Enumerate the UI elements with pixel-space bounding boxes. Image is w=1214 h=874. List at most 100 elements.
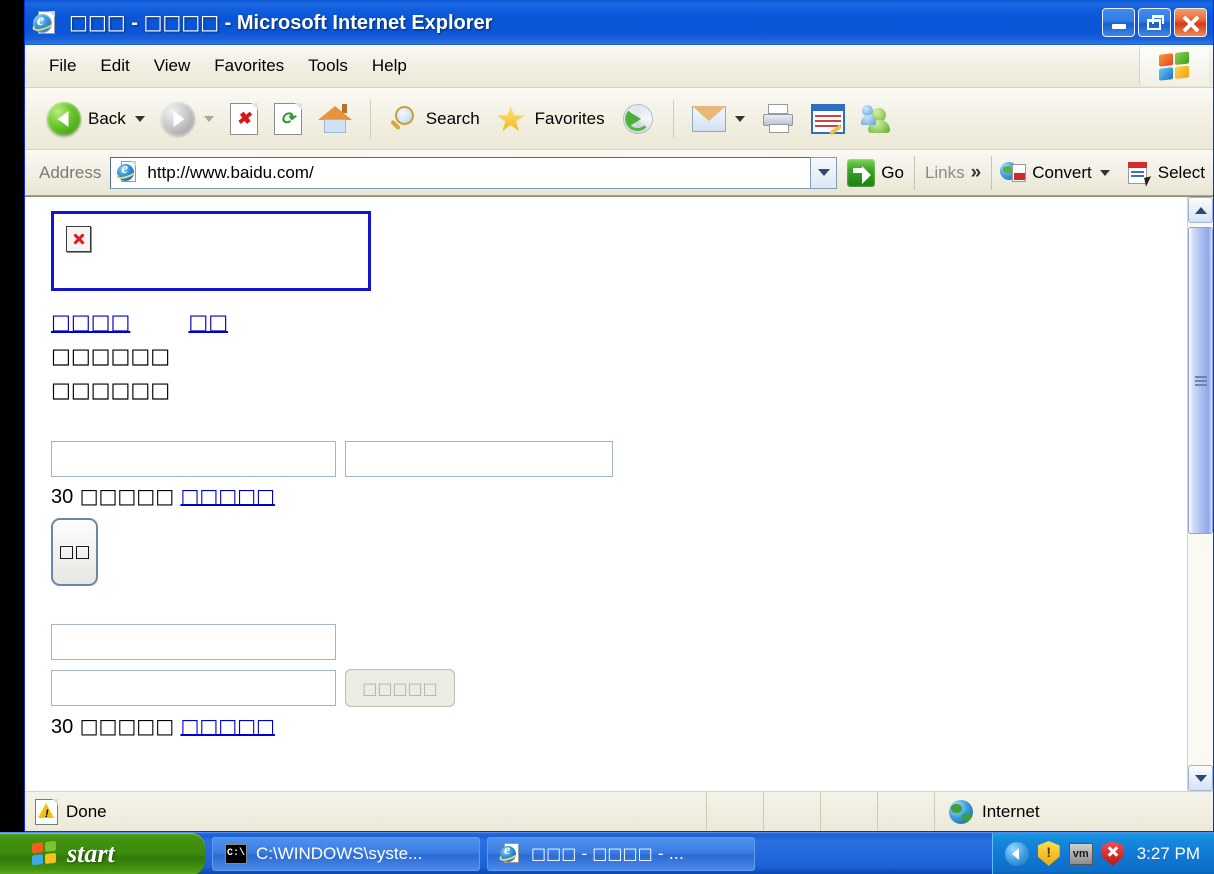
- scroll-up-icon: [1194, 206, 1207, 214]
- menu-tools[interactable]: Tools: [296, 53, 360, 79]
- form-a-submit-button[interactable]: □□: [51, 518, 98, 586]
- caret-down-icon[interactable]: [1099, 169, 1110, 176]
- command-prompt-icon: C:\: [225, 843, 247, 864]
- address-input[interactable]: http://www.baidu.com/: [110, 156, 812, 189]
- maximize-restore-button[interactable]: [1138, 8, 1171, 37]
- window-title-sep2: -: [219, 12, 237, 34]
- messenger-button[interactable]: [853, 100, 905, 138]
- status-message-panel: ! Done: [25, 792, 707, 831]
- menu-view[interactable]: View: [142, 53, 203, 79]
- page-link-2[interactable]: □□: [188, 310, 228, 334]
- go-arrow-icon: [847, 158, 876, 187]
- refresh-button[interactable]: ⟳: [266, 99, 310, 139]
- links-bar[interactable]: Links »: [915, 163, 991, 183]
- form-b-input-1[interactable]: [51, 624, 336, 660]
- start-button-label: start: [67, 838, 115, 868]
- warning-page-icon: !: [35, 798, 58, 825]
- refresh-icon: ⟳: [273, 102, 302, 135]
- select-button-label: Select: [1157, 162, 1205, 182]
- pdf-convert-icon: [1000, 160, 1027, 186]
- back-button-label: Back: [88, 108, 126, 128]
- desktop-gutter: [0, 0, 24, 832]
- security-zone-panel[interactable]: Internet: [935, 792, 1213, 831]
- mail-button[interactable]: [684, 102, 753, 136]
- yellow-shield-warning-icon[interactable]: [1037, 841, 1060, 866]
- double-chevron-icon[interactable]: »: [971, 163, 982, 182]
- taskbar-item-label: C:\WINDOWS\syste...: [256, 843, 423, 863]
- taskbar-item-internet-explorer[interactable]: □□□ - □□□□ - ...: [487, 836, 755, 871]
- globe-icon: [949, 799, 973, 824]
- toolbar-separator-2: [672, 99, 674, 138]
- go-button[interactable]: Go: [837, 158, 914, 187]
- window-title-app: Microsoft Internet Explorer: [236, 12, 493, 34]
- select-button[interactable]: Select: [1118, 160, 1213, 187]
- form-a-input-2[interactable]: [345, 441, 613, 477]
- taskbar-clock[interactable]: 3:27 PM: [1137, 844, 1200, 864]
- scroll-down-icon: [1194, 774, 1207, 782]
- internet-explorer-window: □□□ - □□□□ - Microsoft Internet Explorer…: [24, 0, 1214, 832]
- menu-favorites[interactable]: Favorites: [202, 53, 296, 79]
- form-b-block: □□□□□ 30 □□□□□ □□□□□: [51, 624, 1187, 739]
- stop-icon: ✖: [229, 102, 258, 135]
- red-shield-alert-icon[interactable]: [1101, 841, 1124, 866]
- forward-history-chevron-icon[interactable]: [203, 115, 214, 122]
- vertical-scrollbar[interactable]: [1187, 197, 1213, 791]
- search-button[interactable]: Search: [381, 100, 488, 138]
- taskbar-item-command-prompt[interactable]: C:\ C:\WINDOWS\syste...: [212, 836, 480, 871]
- window-title-part2: □□□□: [143, 10, 220, 34]
- address-dropdown-button[interactable]: [811, 156, 838, 189]
- favorites-button[interactable]: Favorites: [488, 100, 613, 138]
- scroll-up-button[interactable]: [1188, 197, 1213, 223]
- media-button[interactable]: [613, 99, 663, 139]
- menu-help[interactable]: Help: [360, 53, 419, 79]
- close-button[interactable]: [1174, 8, 1207, 37]
- stop-button[interactable]: ✖: [222, 99, 266, 139]
- logo-placeholder-box: [51, 211, 371, 291]
- start-button[interactable]: start: [0, 832, 205, 874]
- home-button[interactable]: [310, 100, 360, 138]
- form-b-action-button[interactable]: □□□□□: [345, 669, 455, 707]
- vmware-tools-icon[interactable]: vm: [1068, 842, 1093, 865]
- form-b-note-text: □□□□□: [79, 714, 175, 738]
- scrollbar-thumb[interactable]: [1188, 227, 1213, 534]
- favorites-button-label: Favorites: [534, 108, 605, 128]
- status-text: Done: [66, 801, 107, 821]
- window-titlebar: □□□ - □□□□ - Microsoft Internet Explorer: [25, 0, 1213, 45]
- print-button[interactable]: [753, 100, 803, 138]
- form-a-input-1[interactable]: [51, 441, 336, 477]
- back-button[interactable]: Back: [39, 98, 153, 140]
- page-link-1[interactable]: □□□□: [51, 310, 130, 334]
- convert-button-label: Convert: [1032, 162, 1092, 182]
- menu-edit[interactable]: Edit: [88, 53, 141, 79]
- star-icon: [496, 104, 528, 134]
- edit-button[interactable]: [803, 100, 853, 138]
- tray-expand-icon[interactable]: [1004, 841, 1029, 866]
- ie-icon: [498, 842, 522, 865]
- go-button-label: Go: [881, 162, 904, 182]
- scrollbar-track[interactable]: [1188, 223, 1213, 765]
- forward-button[interactable]: [153, 98, 222, 140]
- chevron-down-icon: [817, 169, 830, 176]
- menu-file[interactable]: File: [37, 53, 88, 79]
- desktop-screen: □□□ - □□□□ - Microsoft Internet Explorer…: [0, 0, 1214, 874]
- mail-menu-chevron-icon[interactable]: [734, 115, 745, 122]
- status-panel-1: [707, 792, 764, 831]
- scroll-down-button[interactable]: [1188, 765, 1213, 791]
- minimize-button[interactable]: [1102, 8, 1135, 37]
- page-viewport: □□□□□□ □□□□□□ □□□□□□ 30 □□□□□ □□□□□ □□: [25, 196, 1213, 791]
- form-b-note-link[interactable]: □□□□□: [180, 714, 274, 738]
- web-page-content: □□□□□□ □□□□□□ □□□□□□ 30 □□□□□ □□□□□ □□: [25, 197, 1187, 791]
- pdf-select-icon: [1126, 160, 1153, 187]
- window-title: □□□ - □□□□ - Microsoft Internet Explorer: [69, 10, 492, 35]
- form-a-note-text: □□□□□: [79, 484, 175, 508]
- form-b-input-row: □□□□□: [51, 669, 1187, 707]
- home-icon: [317, 103, 352, 134]
- windows-taskbar: start C:\ C:\WINDOWS\syste... □□□ - □□□□…: [0, 832, 1214, 874]
- mail-icon: [691, 105, 726, 132]
- status-panel-2: [764, 792, 821, 831]
- back-history-chevron-icon[interactable]: [134, 115, 145, 122]
- convert-button[interactable]: Convert: [992, 160, 1118, 186]
- messenger-icon: [860, 104, 897, 134]
- form-a-note-link[interactable]: □□□□□: [180, 484, 274, 508]
- form-b-input-2[interactable]: [51, 670, 336, 706]
